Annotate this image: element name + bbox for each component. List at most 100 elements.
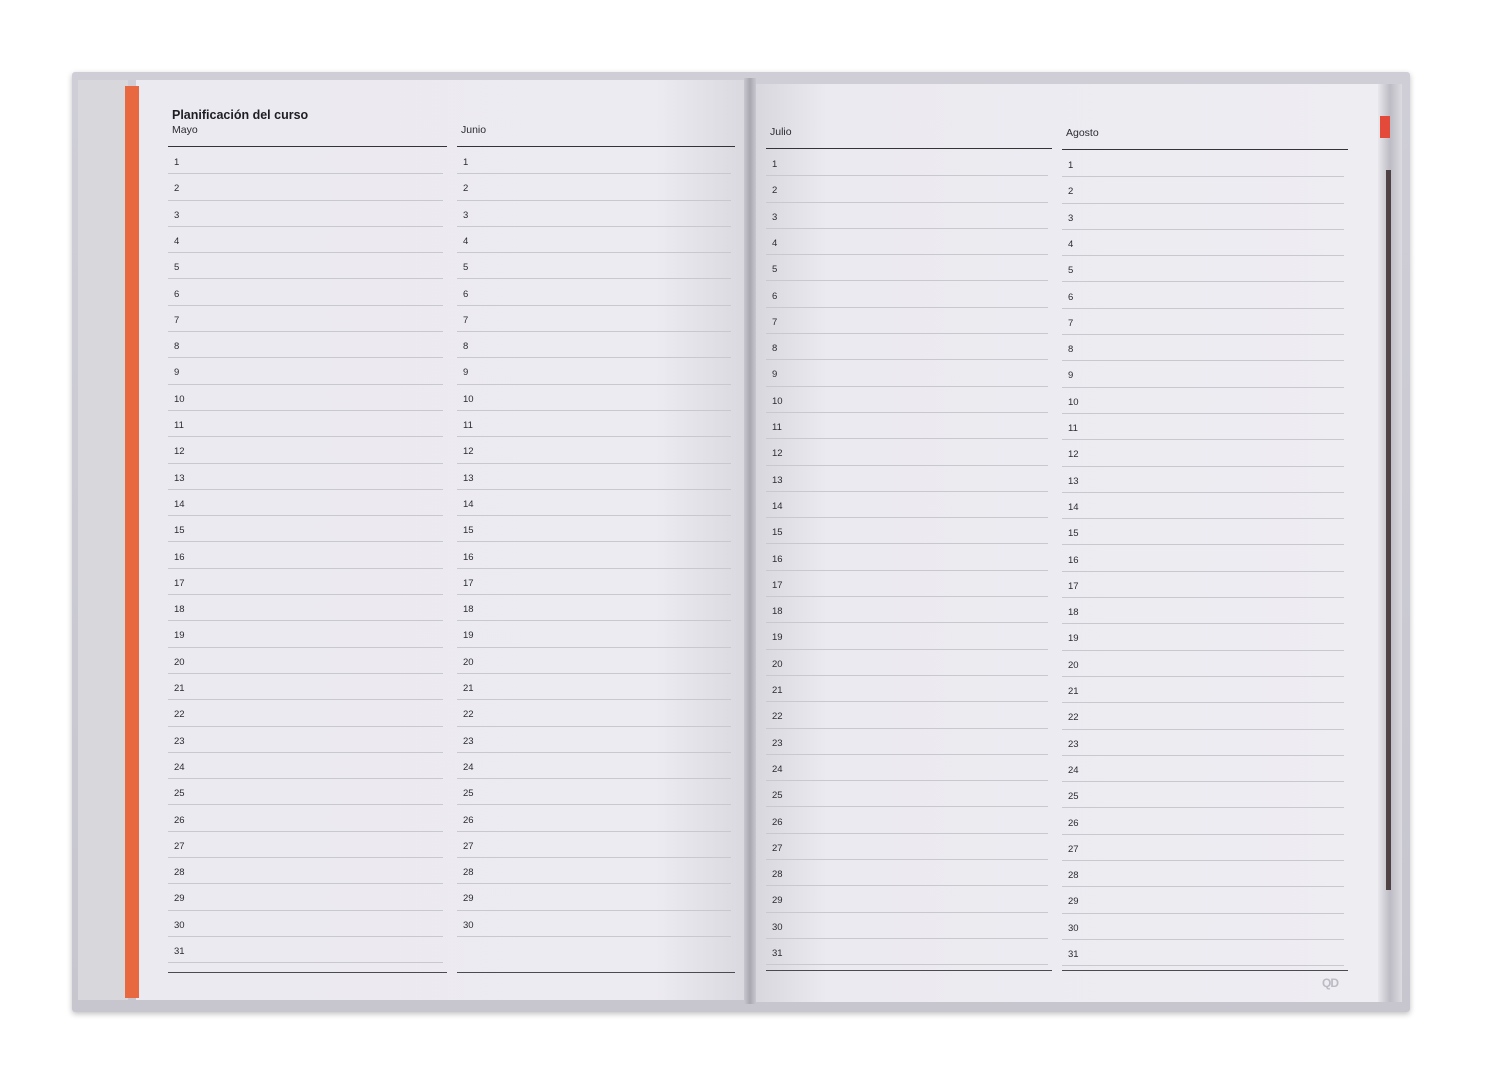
day-row[interactable]: 15: [1062, 519, 1344, 546]
day-row[interactable]: 26: [168, 806, 443, 832]
day-row[interactable]: 29: [457, 884, 731, 911]
day-row[interactable]: 13: [168, 464, 443, 490]
day-row[interactable]: 23: [168, 727, 443, 753]
day-row[interactable]: 11: [168, 411, 443, 438]
day-row[interactable]: 7: [168, 306, 443, 333]
day-row[interactable]: 24: [168, 753, 443, 780]
day-row[interactable]: 23: [1062, 730, 1344, 756]
day-row[interactable]: 29: [1062, 887, 1344, 914]
day-row[interactable]: 10: [766, 387, 1048, 413]
day-row[interactable]: 30: [457, 911, 731, 937]
day-row[interactable]: 24: [766, 755, 1048, 782]
day-row[interactable]: 14: [1062, 493, 1344, 520]
day-row[interactable]: 27: [1062, 835, 1344, 862]
day-row[interactable]: 6: [766, 282, 1048, 308]
day-row[interactable]: 11: [457, 411, 731, 438]
day-row[interactable]: 30: [766, 913, 1048, 939]
day-row[interactable]: 5: [766, 255, 1048, 282]
day-row[interactable]: 7: [766, 308, 1048, 335]
day-row[interactable]: 14: [457, 490, 731, 517]
day-row[interactable]: 16: [766, 545, 1048, 571]
day-row[interactable]: 1: [766, 150, 1048, 177]
day-row[interactable]: 28: [1062, 861, 1344, 888]
day-row[interactable]: 2: [766, 176, 1048, 203]
day-row[interactable]: 25: [766, 781, 1048, 808]
day-row[interactable]: 21: [457, 674, 731, 701]
day-row[interactable]: 1: [457, 148, 731, 175]
day-row[interactable]: 12: [1062, 440, 1344, 467]
day-row[interactable]: 7: [457, 306, 731, 333]
day-row[interactable]: 3: [1062, 204, 1344, 230]
day-row[interactable]: 17: [1062, 572, 1344, 599]
day-row[interactable]: 10: [457, 385, 731, 411]
day-row[interactable]: 11: [766, 413, 1048, 440]
day-row[interactable]: 15: [457, 516, 731, 543]
day-row[interactable]: 26: [766, 808, 1048, 834]
day-row[interactable]: 20: [457, 648, 731, 674]
day-row[interactable]: 8: [766, 334, 1048, 361]
day-row[interactable]: 19: [457, 621, 731, 648]
day-row[interactable]: 22: [1062, 703, 1344, 730]
day-row[interactable]: 18: [766, 597, 1048, 624]
day-row[interactable]: 24: [457, 753, 731, 780]
day-row[interactable]: 9: [168, 358, 443, 385]
day-row[interactable]: 21: [1062, 677, 1344, 704]
day-row[interactable]: 6: [1062, 283, 1344, 309]
day-row[interactable]: 5: [457, 253, 731, 280]
day-row[interactable]: 28: [457, 858, 731, 885]
day-row[interactable]: 22: [457, 700, 731, 727]
day-row[interactable]: 12: [766, 439, 1048, 466]
day-row[interactable]: 2: [168, 174, 443, 201]
day-row[interactable]: 9: [766, 360, 1048, 387]
day-row[interactable]: 29: [168, 884, 443, 911]
day-row[interactable]: 19: [766, 623, 1048, 650]
day-row[interactable]: 22: [766, 702, 1048, 729]
day-row[interactable]: 6: [168, 280, 443, 306]
day-row[interactable]: 31: [766, 939, 1048, 966]
day-row[interactable]: 28: [168, 858, 443, 885]
day-row[interactable]: 28: [766, 860, 1048, 887]
day-row[interactable]: 30: [168, 911, 443, 937]
day-row[interactable]: 17: [168, 569, 443, 596]
day-row[interactable]: 30: [1062, 914, 1344, 940]
day-row[interactable]: 20: [1062, 651, 1344, 677]
day-row[interactable]: 26: [1062, 809, 1344, 835]
day-row[interactable]: 1: [1062, 151, 1344, 178]
day-row[interactable]: 10: [168, 385, 443, 411]
day-row[interactable]: 21: [766, 676, 1048, 703]
day-row[interactable]: 4: [766, 229, 1048, 256]
day-row[interactable]: 17: [766, 571, 1048, 598]
day-row[interactable]: 11: [1062, 414, 1344, 441]
day-row[interactable]: 12: [457, 437, 731, 464]
day-row[interactable]: 22: [168, 700, 443, 727]
day-row[interactable]: 21: [168, 674, 443, 701]
day-row[interactable]: 23: [457, 727, 731, 753]
day-row[interactable]: 31: [168, 937, 443, 964]
day-row[interactable]: 31: [1062, 940, 1344, 967]
day-row[interactable]: 2: [1062, 177, 1344, 204]
day-row[interactable]: 15: [766, 518, 1048, 545]
day-row[interactable]: 25: [168, 779, 443, 806]
day-row[interactable]: 4: [1062, 230, 1344, 257]
day-row[interactable]: 16: [457, 543, 731, 569]
day-row[interactable]: 13: [1062, 467, 1344, 493]
day-row[interactable]: 3: [168, 201, 443, 227]
day-row[interactable]: 23: [766, 729, 1048, 755]
day-row[interactable]: 14: [766, 492, 1048, 519]
day-row[interactable]: 4: [457, 227, 731, 254]
day-row[interactable]: 27: [168, 832, 443, 859]
day-row[interactable]: 13: [457, 464, 731, 490]
day-row[interactable]: 18: [457, 595, 731, 622]
day-row[interactable]: 27: [457, 832, 731, 859]
day-row[interactable]: 19: [1062, 624, 1344, 651]
day-row[interactable]: 9: [1062, 361, 1344, 388]
day-row[interactable]: 27: [766, 834, 1048, 861]
day-row[interactable]: 20: [766, 650, 1048, 676]
day-row[interactable]: 29: [766, 886, 1048, 913]
day-row[interactable]: 18: [1062, 598, 1344, 625]
day-row[interactable]: 2: [457, 174, 731, 201]
day-row[interactable]: 20: [168, 648, 443, 674]
day-row[interactable]: 3: [766, 203, 1048, 229]
day-row[interactable]: 25: [1062, 782, 1344, 809]
day-row[interactable]: 8: [168, 332, 443, 359]
